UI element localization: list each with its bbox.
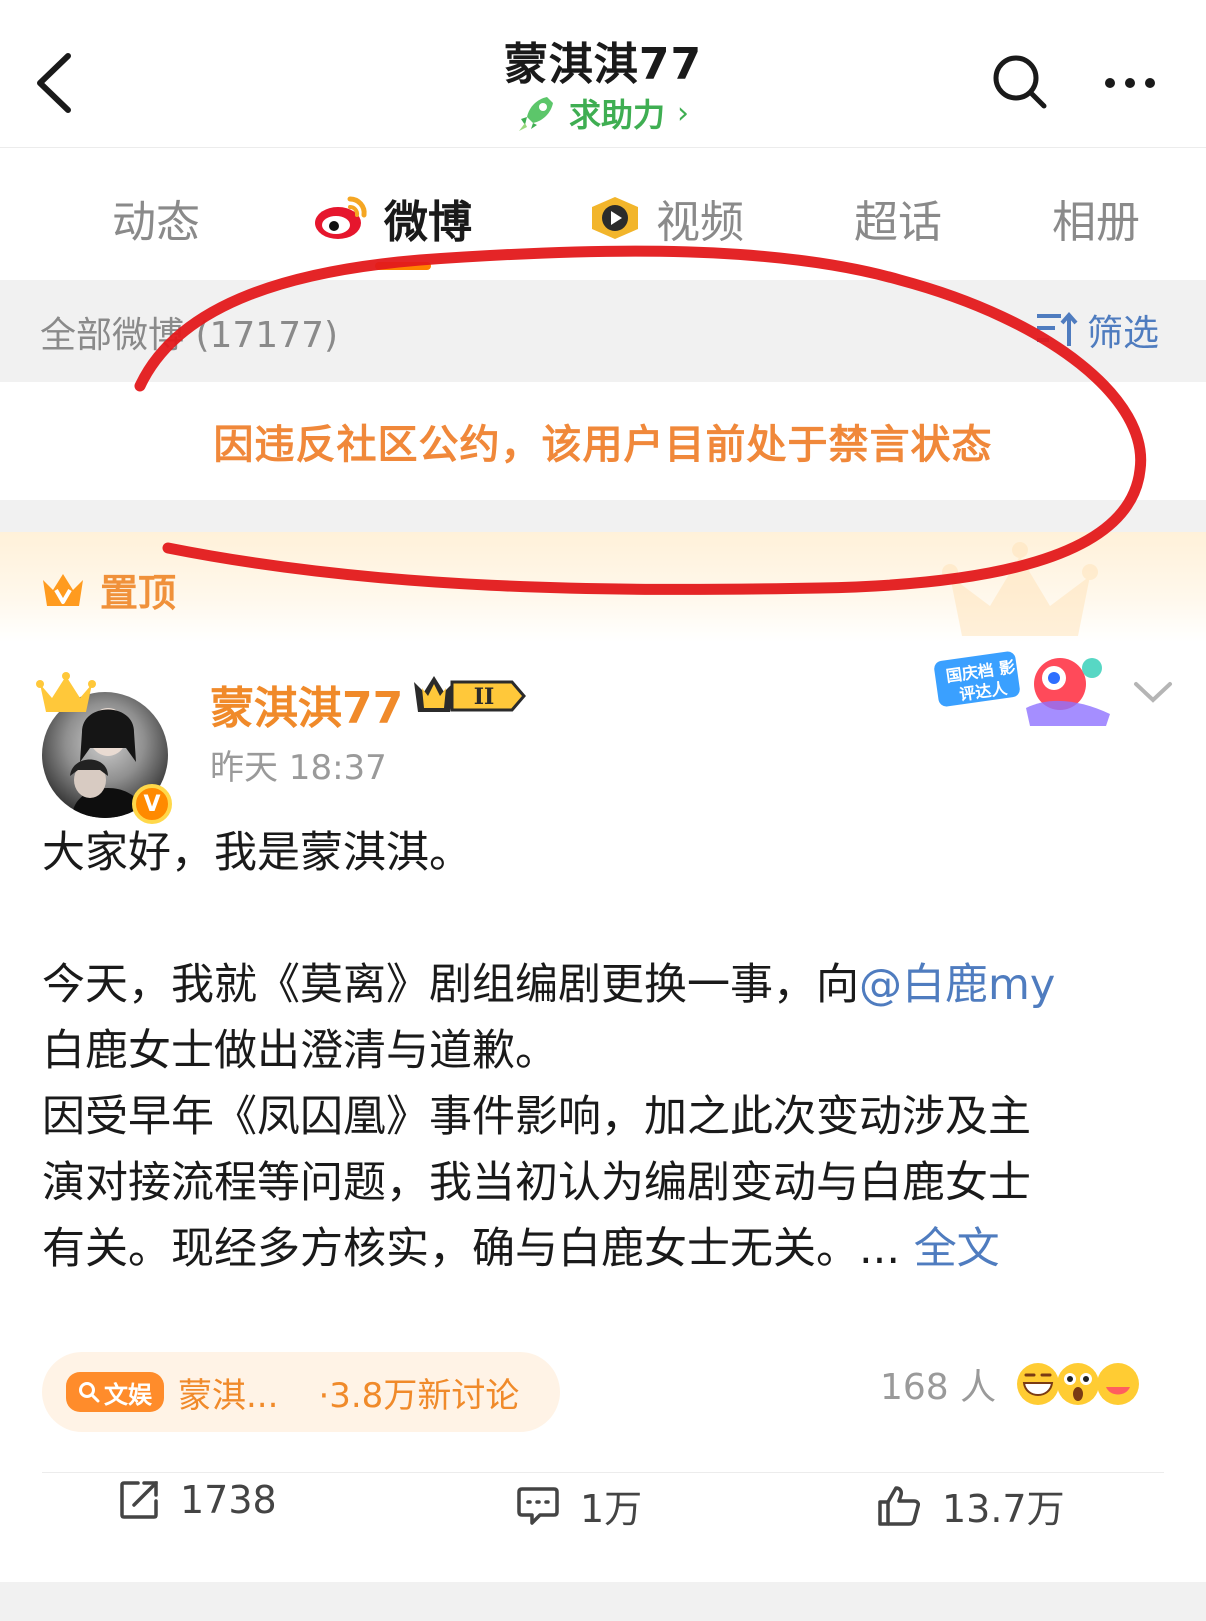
chevron-down-icon[interactable] xyxy=(1130,672,1176,712)
tab-label: 视频 xyxy=(656,197,744,248)
comment-icon xyxy=(517,1486,559,1525)
verified-badge-icon: V xyxy=(132,784,172,824)
like-count: 13.7万 xyxy=(942,1487,1065,1531)
post-text-line: 今天，我就《莫离》剧组编剧更换一事，向@白鹿my xyxy=(42,960,1056,1010)
tab-album[interactable]: 相册 xyxy=(1052,188,1140,248)
tab-label: 相册 xyxy=(1052,197,1140,248)
tab-video[interactable]: 视频 xyxy=(586,188,744,248)
topic-link[interactable]: 文娱 蒙淇... ·3.8万新讨论 xyxy=(42,1352,560,1432)
all-posts-count: 全部微博 (17177) xyxy=(40,315,339,356)
chevron-right-icon: › xyxy=(677,95,689,131)
topic-category-tag: 文娱 xyxy=(66,1372,164,1412)
top-navigation-bar: 蒙淇淇77 求助力 › xyxy=(0,0,1206,148)
filter-icon xyxy=(1037,311,1078,346)
crown-watermark-icon xyxy=(942,542,1098,636)
reaction-emojis-icon xyxy=(1017,1363,1140,1405)
tab-label: 超话 xyxy=(854,197,942,248)
profile-tabs: 动态 微博 视频 超话 相册 xyxy=(0,148,1206,280)
post-content: 大家好，我是蒙淇淇。 今天，我就《莫离》剧组编剧更换一事，向@白鹿my 白鹿女士… xyxy=(42,820,1172,1282)
like-button[interactable]: 13.7万 xyxy=(876,1478,1065,1533)
vip-crown-badge-icon[interactable]: II xyxy=(412,672,528,718)
filter-button[interactable]: 筛选 xyxy=(1035,304,1159,356)
weibo-logo-icon xyxy=(315,196,367,239)
post-text-line: 因受早年《凤囚凰》事件影响，加之此次变动涉及主 xyxy=(42,1092,1031,1142)
comment-count: 1万 xyxy=(580,1487,643,1531)
post-action-bar: 1738 1万 13.7万 xyxy=(0,1448,1206,1548)
author-name[interactable]: 蒙淇淇77 xyxy=(210,672,403,736)
pinned-label: 置顶 xyxy=(40,562,176,617)
vip-level: II xyxy=(474,684,495,710)
tab-label: 动态 xyxy=(112,197,200,248)
active-tab-indicator xyxy=(375,262,431,270)
crown-icon xyxy=(43,573,83,606)
search-icon xyxy=(79,1382,100,1403)
post-text-line: 白鹿女士做出澄清与道歉。 xyxy=(42,1026,558,1076)
author-avatar[interactable]: V xyxy=(36,672,176,824)
rocket-icon xyxy=(518,97,553,131)
post-text-line: 有关。现经多方核实，确与白鹿女士无关。... 全文 xyxy=(42,1224,1000,1274)
repost-count: 1738 xyxy=(180,1478,277,1522)
section-divider xyxy=(0,500,1206,532)
tab-weibo[interactable]: 微博 xyxy=(312,188,472,248)
post-text-line: 演对接流程等问题，我当初认为编剧变动与白鹿女士 xyxy=(42,1158,1031,1208)
pinned-post-card[interactable]: V 蒙淇淇77 II 昨天 18:37 国庆档 影评达人 大家好，我是蒙淇淇。 … xyxy=(0,642,1206,1582)
boost-label: 求助力 xyxy=(568,96,665,134)
comment-button[interactable]: 1万 xyxy=(516,1478,642,1533)
tab-label: 微博 xyxy=(384,197,472,248)
tab-super-topic[interactable]: 超话 xyxy=(854,188,942,248)
pinned-banner: 置顶 xyxy=(0,532,1206,642)
mute-notice-text: 因违反社区公约，该用户目前处于禁言状态 xyxy=(213,422,993,468)
filter-label: 筛选 xyxy=(1087,313,1160,354)
post-text-line: 大家好，我是蒙淇淇。 xyxy=(42,828,472,878)
search-icon[interactable] xyxy=(990,52,1050,112)
mute-notice-banner: 因违反社区公约，该用户目前处于禁言状态 xyxy=(0,382,1206,500)
crown-icon xyxy=(36,672,96,712)
video-play-icon xyxy=(592,197,638,239)
pinned-text: 置顶 xyxy=(100,571,177,615)
post-timestamp: 昨天 18:37 xyxy=(210,748,387,788)
tab-feed[interactable]: 动态 xyxy=(112,188,200,248)
reactions-summary[interactable]: 168 人 xyxy=(880,1358,1142,1410)
read-full-link[interactable]: 全文 xyxy=(914,1224,1000,1274)
event-badge[interactable]: 国庆档 影评达人 xyxy=(930,648,1120,728)
repost-button[interactable]: 1738 xyxy=(118,1478,277,1522)
topic-name: 蒙淇... xyxy=(178,1375,279,1416)
more-options-icon[interactable] xyxy=(1100,58,1170,108)
posts-filter-bar: 全部微博 (17177) 筛选 xyxy=(0,280,1206,382)
mention-link[interactable]: @白鹿my xyxy=(859,960,1055,1010)
bottom-gap xyxy=(0,1582,1206,1621)
repost-icon xyxy=(120,1481,158,1519)
topic-category-label: 文娱 xyxy=(104,1380,152,1409)
reaction-count: 168 人 xyxy=(880,1367,997,1408)
topic-discussion-count: ·3.8万新讨论 xyxy=(318,1375,520,1416)
thumbs-up-icon xyxy=(878,1485,920,1526)
